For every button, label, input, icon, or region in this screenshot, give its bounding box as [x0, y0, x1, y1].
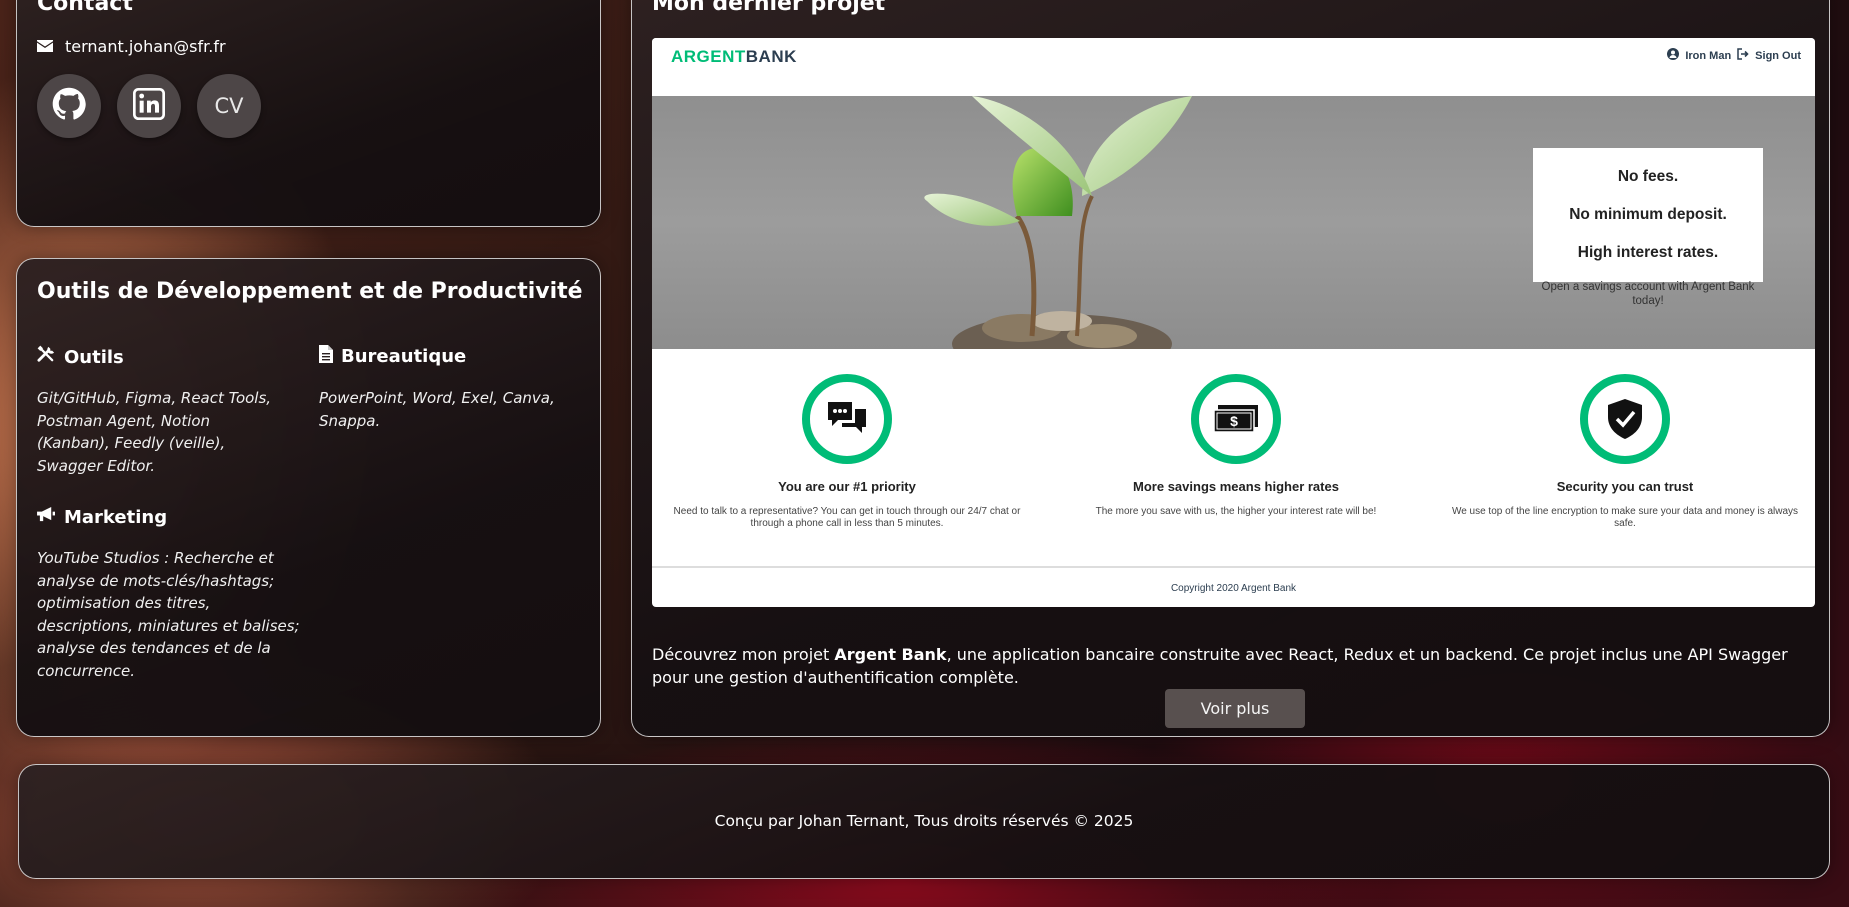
contact-email-text[interactable]: ternant.johan@sfr.fr [65, 37, 226, 56]
tools-card: Outils de Développement et de Productivi… [16, 258, 601, 737]
argentbank-logo: ARGENTBANK [671, 47, 797, 66]
mockup-user: Iron Man [1685, 49, 1732, 62]
github-link[interactable] [37, 74, 101, 138]
tools-icon [37, 345, 56, 369]
section-text-outils: Git/GitHub, Figma, React Tools, Postman … [37, 389, 272, 475]
feature-title: Security you can trust [1556, 479, 1694, 494]
document-icon [319, 345, 333, 368]
money-icon: $ [1191, 374, 1281, 464]
mockup-signout: Sign Out [1755, 49, 1801, 62]
mockup-navlinks: Iron Man Sign Out [1667, 48, 1801, 63]
project-screenshot: ARGENTBANK Iron Man Sign Out No fees. No… [652, 38, 1815, 607]
hero-line-2: No minimum deposit. [1569, 206, 1727, 223]
section-title-label: Outils [64, 346, 124, 368]
github-icon [52, 87, 86, 125]
mockup-navbar: ARGENTBANK Iron Man Sign Out [652, 38, 1815, 97]
hero-content-box: No fees. No minimum deposit. High intere… [1533, 148, 1763, 307]
cv-label: CV [214, 94, 244, 118]
feature-text: We use top of the line encryption to mak… [1451, 506, 1799, 529]
feature-title: More savings means higher rates [1133, 479, 1339, 494]
section-title-label: Marketing [64, 506, 168, 528]
contact-title: Contact [37, 0, 133, 16]
tools-title: Outils de Développement et de Productivi… [37, 279, 583, 304]
megaphone-icon [37, 506, 56, 528]
cv-link[interactable]: CV [197, 74, 261, 138]
section-title-bureautique: Bureautique [319, 345, 466, 368]
feature-text: Need to talk to a representative? You ca… [673, 506, 1021, 529]
hero-line-3: High interest rates. [1577, 244, 1719, 261]
voir-plus-button[interactable]: Voir plus [1165, 689, 1305, 728]
mockup-hero: No fees. No minimum deposit. High intere… [652, 96, 1815, 349]
project-description: Découvrez mon projet Argent Bank, une ap… [652, 645, 1788, 687]
section-text-marketing: YouTube Studios : Recherche et analyse d… [37, 549, 300, 680]
hero-subtitle: Open a savings account with Argent Bank … [1541, 281, 1755, 307]
sign-out-icon [1737, 48, 1749, 63]
user-circle-icon [1667, 48, 1680, 63]
contact-card: Contact ternant.johan@sfr.fr CV [16, 0, 601, 227]
project-card: Mon dernier projet ARGENTBANK Iron Man S… [631, 0, 1830, 737]
hero-line-1: No fees. [1617, 168, 1679, 185]
shield-icon [1580, 374, 1670, 464]
feature-text: The more you save with us, the higher yo… [1095, 506, 1377, 517]
feature-priority: You are our #1 priority Need to talk to … [652, 374, 1042, 530]
section-text-bureautique: PowerPoint, Word, Exel, Canva, Snappa. [319, 389, 555, 430]
section-title-outils: Outils [37, 345, 124, 369]
project-title: Mon dernier projet [652, 0, 886, 16]
contact-email[interactable]: ternant.johan@sfr.fr [37, 37, 226, 56]
footer: Conçu par Johan Ternant, Tous droits rés… [18, 764, 1830, 879]
footer-text: Conçu par Johan Ternant, Tous droits rés… [714, 812, 1134, 830]
svg-text:$: $ [1230, 413, 1238, 429]
feature-security: Security you can trust We use top of the… [1430, 374, 1815, 530]
feature-savings: $ More savings means higher rates The mo… [1041, 374, 1431, 518]
project-name: Argent Bank [834, 645, 947, 664]
mockup-footer: Copyright 2020 Argent Bank [652, 566, 1815, 607]
linkedin-icon [133, 88, 165, 124]
section-title-label: Bureautique [341, 346, 467, 367]
chat-icon [802, 374, 892, 464]
section-title-marketing: Marketing [37, 506, 167, 528]
envelope-icon [37, 37, 53, 56]
linkedin-link[interactable] [117, 74, 181, 138]
feature-title: You are our #1 priority [778, 479, 916, 494]
